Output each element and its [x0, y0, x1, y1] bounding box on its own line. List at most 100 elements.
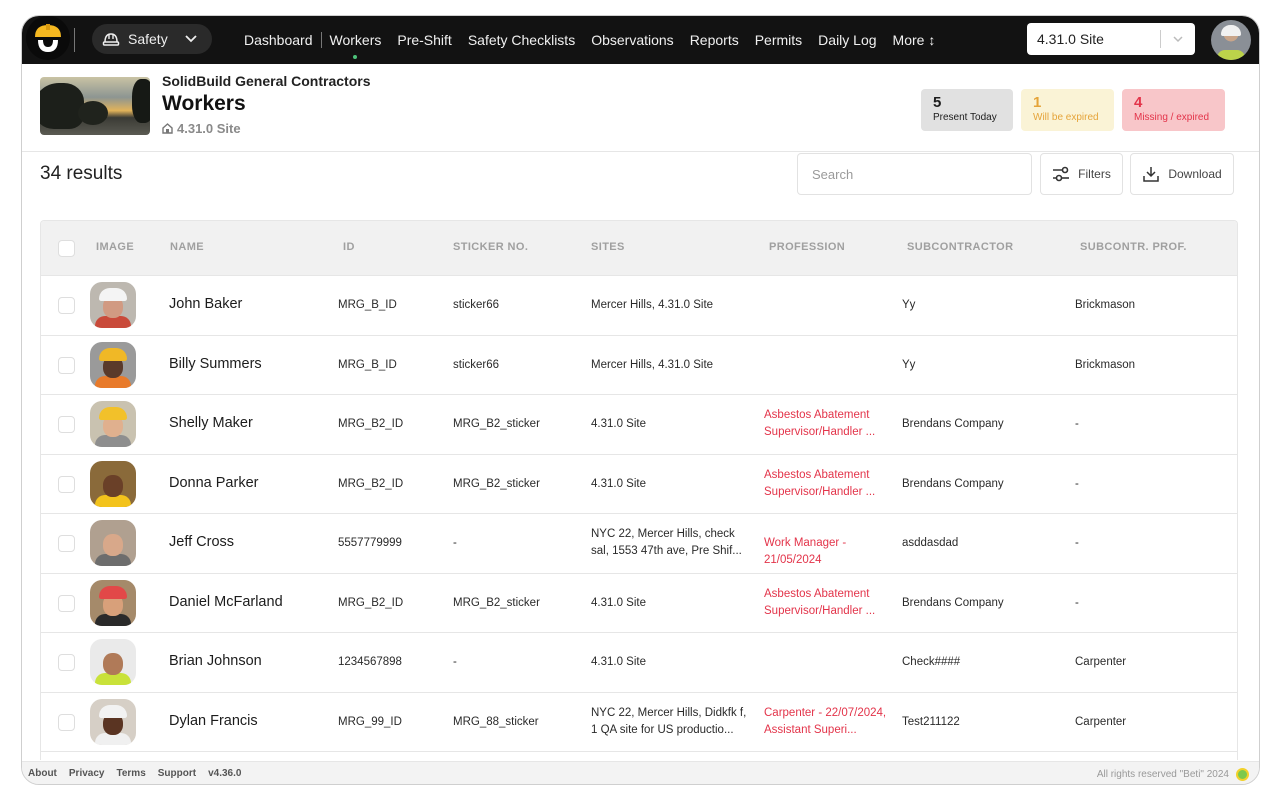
stat-missing-expired[interactable]: 4 Missing / expired: [1122, 89, 1225, 131]
col-subcontr-prof[interactable]: SUBCONTR. PROF.: [1080, 241, 1187, 253]
col-subcontractor[interactable]: SUBCONTRACTOR: [907, 241, 1013, 253]
nav-observations[interactable]: Observations: [583, 32, 681, 48]
sites: Mercer Hills, 4.31.0 Site: [591, 358, 714, 371]
user-avatar[interactable]: [1211, 20, 1251, 60]
worker-name[interactable]: Jeff Cross: [169, 534, 234, 551]
table-row[interactable]: Brian Johnson 1234567898 - 4.31.0 Site Check…: [41, 633, 1237, 693]
sites: 4.31.0 Site: [591, 656, 646, 668]
copyright: All rights reserved "Beti" 2024: [1096, 769, 1229, 780]
worker-name[interactable]: Dylan Francis: [169, 713, 258, 730]
nav-daily-log[interactable]: Daily Log: [810, 32, 884, 48]
worker-id: MRG_B2_ID: [338, 418, 404, 430]
active-indicator: [353, 55, 358, 59]
col-id[interactable]: ID: [343, 241, 355, 253]
table-row[interactable]: Billy Summers MRG_B_ID sticker66 Mercer Hil…: [41, 335, 1237, 395]
profession: Asbestos Abatement Supervisor/Handler ..…: [764, 468, 876, 498]
nav-permits[interactable]: Permits: [747, 32, 810, 48]
worker-id: 1234567898: [338, 656, 402, 668]
table-row[interactable]: Dylan Francis MRG_99_ID MRG_88_sticker NYC …: [41, 692, 1237, 752]
app-window: Safety Dashboard Workers Pre-Shift Safet…: [21, 15, 1260, 785]
col-image[interactable]: IMAGE: [96, 241, 134, 253]
select-all-checkbox[interactable]: [58, 240, 75, 257]
filters-button[interactable]: Filters: [1040, 153, 1123, 195]
select-separator: [1160, 30, 1161, 48]
col-profession[interactable]: PROFESSION: [769, 241, 845, 253]
worker-name[interactable]: Billy Summers: [169, 356, 262, 373]
profession: Work Manager - 21/05/2024: [764, 537, 847, 566]
footer-privacy[interactable]: Privacy: [69, 768, 105, 779]
photo-hat: [99, 526, 127, 539]
sticker-number: sticker66: [453, 358, 500, 371]
stat-value: 5: [933, 94, 942, 111]
sites: NYC 22, Mercer Hills, Didkfk f, 1 QA sit…: [591, 706, 747, 736]
nav-more[interactable]: More ↕: [885, 32, 944, 48]
table-row[interactable]: Donna Parker MRG_B2_ID MRG_B2_sticker 4.31.…: [41, 454, 1237, 514]
table-row[interactable]: Jeff Cross 5557779999 - NYC 22, Mercer Hill…: [41, 514, 1237, 574]
row-checkbox[interactable]: [58, 654, 75, 671]
app-logo[interactable]: [26, 16, 70, 60]
sites: NYC 22, Mercer Hills, check sal, 1553 47…: [591, 528, 742, 557]
stat-label: Present Today: [933, 112, 997, 123]
module-switcher[interactable]: Safety: [92, 24, 212, 54]
worker-name[interactable]: Brian Johnson: [169, 653, 262, 670]
module-label: Safety: [128, 31, 168, 47]
subcontractor: Brendans Company: [902, 418, 1004, 430]
table-row[interactable]: Shelly Maker MRG_B2_ID MRG_B2_sticker 4.31.…: [41, 395, 1237, 455]
subcontractor: Brendans Company: [902, 596, 1004, 609]
table-row[interactable]: Daniel McFarland MRG_B2_ID MRG_B2_sticker 4…: [41, 573, 1237, 633]
subcontractor: Test211122: [902, 715, 960, 728]
worker-photo: [90, 341, 136, 388]
nav-safety-checklists[interactable]: Safety Checklists: [460, 32, 583, 48]
worker-id: MRG_B_ID: [338, 299, 397, 311]
footer-support[interactable]: Support: [158, 768, 196, 779]
nav-workers[interactable]: Workers: [322, 32, 390, 59]
row-checkbox[interactable]: [58, 416, 75, 433]
col-sticker[interactable]: STICKER NO.: [453, 241, 528, 253]
worker-name[interactable]: Daniel McFarland: [169, 594, 283, 611]
search-input[interactable]: [797, 153, 1032, 195]
download-button[interactable]: Download: [1130, 153, 1234, 195]
worker-name[interactable]: John Baker: [169, 296, 242, 313]
stat-will-be-expired[interactable]: 1 Will be expired: [1021, 89, 1114, 131]
photo-hat: [99, 645, 127, 658]
col-name[interactable]: NAME: [170, 241, 204, 253]
subcontractor: Check####: [902, 656, 961, 668]
sticker-number: -: [453, 537, 457, 549]
subcontractor-profession: -: [1075, 596, 1079, 609]
footer-terms[interactable]: Terms: [116, 768, 145, 779]
nav-divider: [74, 28, 75, 52]
site-photo: [40, 77, 150, 135]
row-checkbox[interactable]: [58, 594, 75, 612]
nav-dashboard[interactable]: Dashboard: [236, 32, 322, 48]
row-checkbox[interactable]: [58, 475, 75, 493]
worker-name[interactable]: Shelly Maker: [169, 415, 253, 432]
subcontractor-profession: Carpenter: [1075, 715, 1127, 728]
col-sites[interactable]: SITES: [591, 241, 625, 253]
status-badge-icon[interactable]: [1236, 768, 1249, 781]
footer-links: About Privacy Terms Support v4.36.0: [28, 768, 241, 779]
sites: 4.31.0 Site: [591, 418, 646, 430]
stat-present-today[interactable]: 5 Present Today: [921, 89, 1013, 131]
download-icon: [1143, 167, 1160, 182]
site-select[interactable]: 4.31.0 Site: [1027, 23, 1195, 55]
stat-value: 1: [1033, 94, 1042, 111]
app-version: v4.36.0: [208, 768, 242, 779]
sites: 4.31.0 Site: [591, 596, 646, 609]
nav-reports[interactable]: Reports: [682, 32, 747, 48]
row-checkbox[interactable]: [58, 297, 75, 314]
row-checkbox[interactable]: [58, 713, 75, 731]
table-row[interactable]: John Baker MRG_B_ID sticker66 Mercer Hills,…: [41, 276, 1237, 336]
photo-hat: [99, 407, 127, 420]
subcontractor-profession: Brickmason: [1075, 299, 1136, 311]
nav-pre-shift[interactable]: Pre-Shift: [389, 32, 459, 48]
row-checkbox[interactable]: [58, 356, 75, 374]
worker-id: MRG_B2_ID: [338, 596, 404, 609]
footer-about[interactable]: About: [28, 768, 57, 779]
photo-hat: [99, 288, 127, 301]
row-checkbox[interactable]: [58, 535, 75, 552]
sticker-number: MRG_B2_sticker: [453, 418, 540, 430]
worker-photo: [90, 579, 136, 626]
worker-photo: [90, 460, 136, 507]
stat-value: 4: [1134, 94, 1143, 111]
worker-name[interactable]: Donna Parker: [169, 475, 258, 492]
